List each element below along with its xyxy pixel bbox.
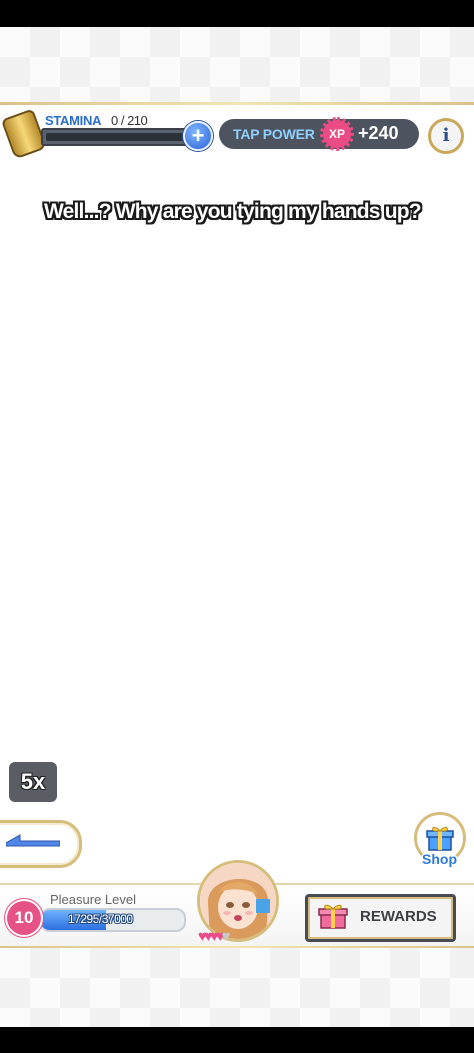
xp-badge-icon: XP (320, 117, 354, 151)
stamina-label: STAMINA (45, 113, 102, 128)
pleasure-progress-text: 17295/37000 (68, 912, 133, 926)
level-badge: 10 (7, 901, 41, 935)
pleasure-current: 17295 (68, 912, 99, 926)
back-arrow-icon (6, 834, 60, 847)
rewards-label[interactable]: REWARDS (360, 908, 437, 925)
top-pattern-band (0, 27, 474, 104)
speed-button[interactable]: 5x (9, 762, 57, 802)
gift-box-icon (426, 827, 454, 851)
pleasure-level-label: Pleasure Level (50, 892, 136, 907)
stamina-value: 0 / 210 (111, 113, 148, 128)
shop-label[interactable]: Shop (422, 851, 457, 867)
stamina-bar (41, 128, 188, 146)
tap-power-value: +240 (358, 123, 399, 143)
pleasure-max: 37000 (101, 912, 133, 926)
info-button[interactable]: i (428, 118, 464, 154)
dialogue-text: Well...? Why are you tying my hands up? (44, 200, 422, 223)
add-stamina-button[interactable]: + (183, 121, 213, 151)
rewards-gift-icon (318, 904, 348, 929)
navigation-bar (0, 1027, 474, 1053)
tap-power-label: TAP POWER (233, 126, 315, 142)
heart-icon: ♥ (221, 928, 231, 945)
status-bar (0, 0, 474, 27)
affection-hearts: ♥♥♥♥♥ (198, 928, 231, 945)
bottom-pattern-band (0, 948, 474, 1027)
